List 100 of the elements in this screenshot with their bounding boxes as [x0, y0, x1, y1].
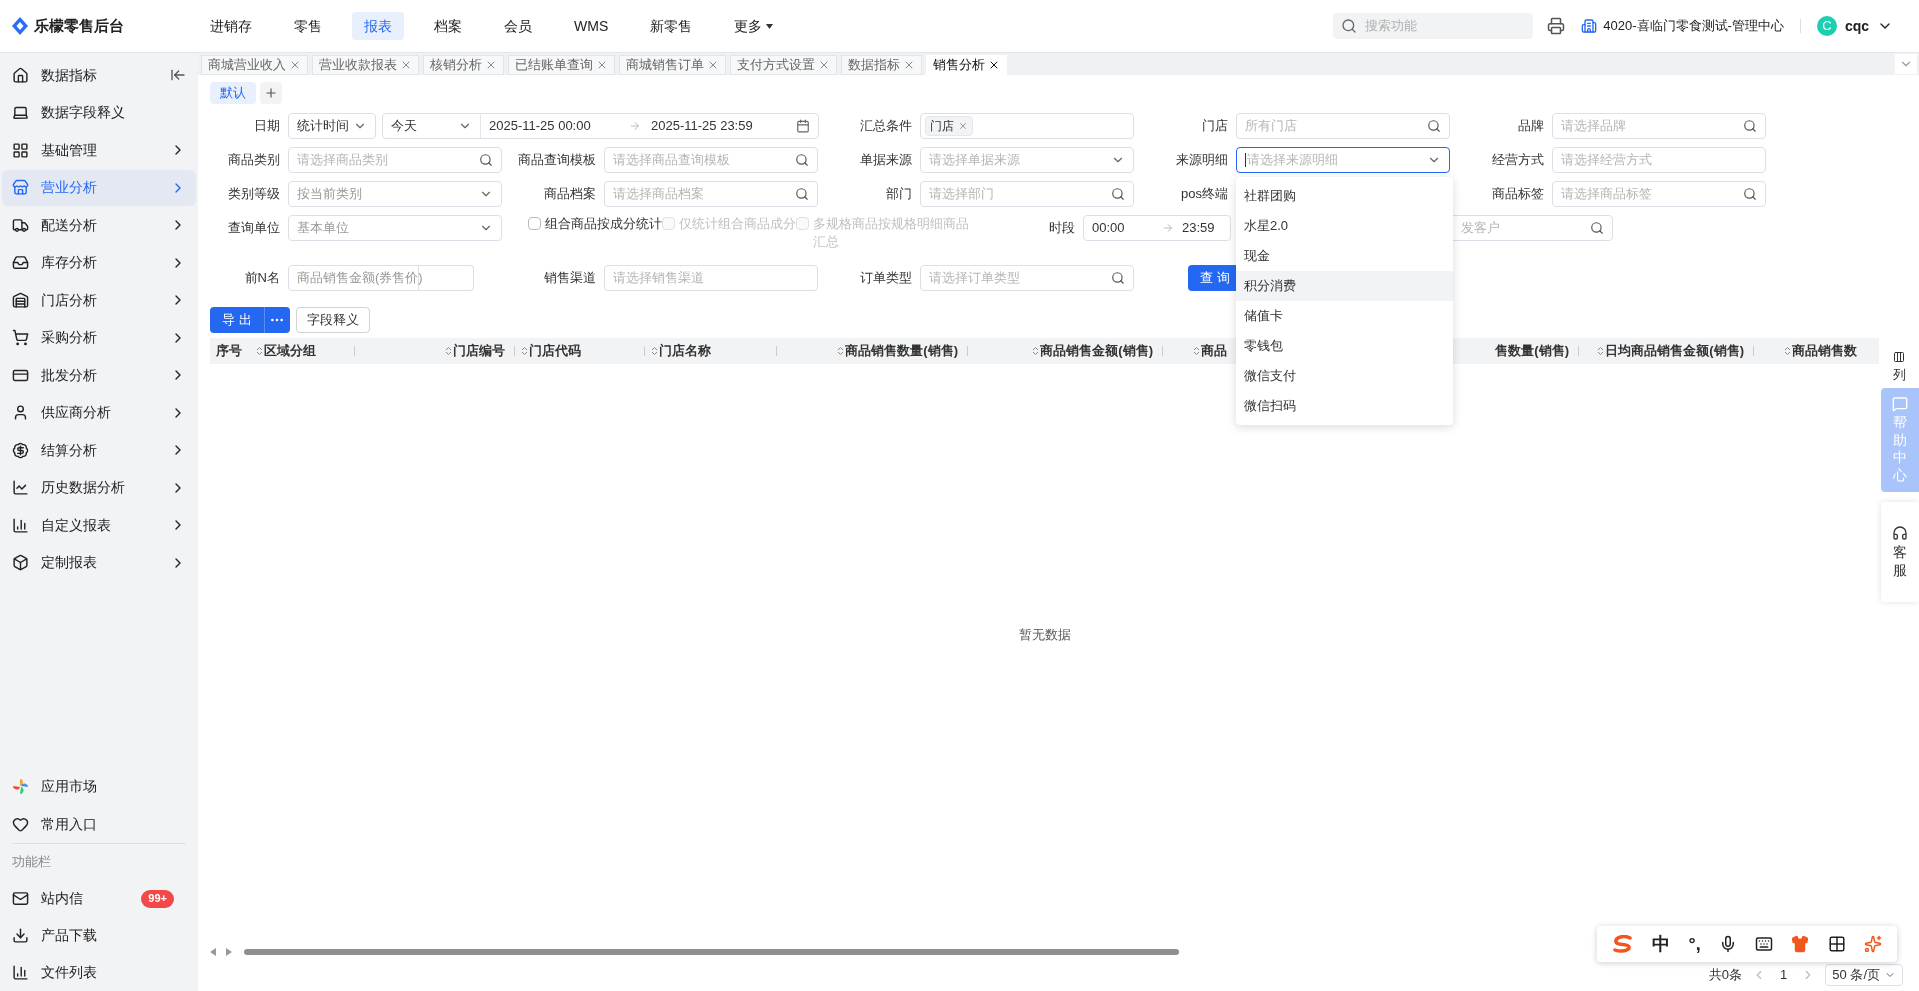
field-label: 部门	[885, 185, 913, 204]
sidebar-item[interactable]: 库存分析	[2, 244, 196, 281]
page-tab[interactable]: 营业收款报表	[312, 55, 419, 75]
page-number[interactable]: 1	[1776, 965, 1792, 985]
placeholder: 请选择商品类别	[297, 151, 388, 170]
checkbox[interactable]	[528, 217, 541, 230]
grid-icon[interactable]	[1827, 935, 1846, 953]
tabs-menu-button[interactable]	[1895, 54, 1917, 74]
view-tab[interactable]: 默认	[210, 82, 256, 104]
column-header[interactable]: 日均商品销售金额(销售)	[1597, 341, 1744, 361]
sidebar-item[interactable]: 批发分析	[2, 357, 196, 393]
page-tab[interactable]: 支付方式设置	[730, 55, 837, 75]
dropdown-option[interactable]: 社群团购	[1236, 181, 1453, 211]
page-tab[interactable]: 商城销售订单	[619, 55, 726, 75]
sidebar-item[interactable]: 定制报表	[2, 544, 196, 581]
column-header[interactable]: 商品销售数量(销售)	[837, 341, 958, 361]
search-icon	[795, 153, 809, 167]
sidebar-item[interactable]: 供应商分析	[2, 394, 196, 431]
column-header[interactable]: 区域分组	[256, 341, 316, 361]
column-header[interactable]: 门店代码	[521, 341, 581, 361]
sidebar-item[interactable]: 文件列表	[0, 954, 198, 991]
column-header[interactable]: 商品	[1193, 341, 1227, 361]
tag-field[interactable]: 门店	[920, 113, 1134, 139]
export-button[interactable]: 导 出	[210, 307, 264, 333]
field-label: 经营方式	[1491, 151, 1545, 170]
dropdown-option[interactable]: 现金	[1236, 241, 1453, 271]
dropdown-option[interactable]: 微信支付	[1236, 361, 1453, 391]
nav-tab[interactable]: 零售	[282, 12, 334, 40]
sidebar-item[interactable]: 站内信 99+	[0, 880, 198, 917]
shirt-icon[interactable]	[1791, 935, 1810, 953]
dropdown-option[interactable]: 储值卡	[1236, 301, 1453, 331]
time-range-field[interactable]: 00:00 23:59	[1083, 215, 1231, 241]
search-icon	[1743, 119, 1757, 133]
end-time: 2025-11-25 23:59	[651, 117, 754, 136]
headset-icon	[1892, 524, 1908, 541]
columns-icon[interactable]	[1893, 351, 1905, 363]
dropdown-option[interactable]: 微信扫码	[1236, 391, 1453, 421]
page-size-select[interactable]: 50 条/页	[1825, 964, 1903, 986]
sidebar-item[interactable]: 产品下载	[0, 917, 198, 954]
nav-tab[interactable]: 更多	[722, 12, 786, 40]
printer-icon[interactable]	[1547, 17, 1566, 35]
nav-tab[interactable]: 新零售	[638, 12, 705, 40]
sidebar-item[interactable]: 数据字段释义	[2, 94, 196, 131]
sidebar-item[interactable]: 配送分析	[2, 207, 196, 243]
org-switcher[interactable]: 4020-喜临门零食测试-管理中心	[1581, 16, 1784, 36]
sidebar-item[interactable]: 结算分析	[2, 432, 196, 468]
input-field[interactable]	[419, 265, 474, 291]
sidebar-item[interactable]: 历史数据分析	[2, 469, 196, 506]
scroll-right-icon[interactable]	[226, 948, 232, 956]
sparkle-icon[interactable]	[1863, 935, 1882, 953]
dropdown-option[interactable]: 积分消费	[1236, 271, 1453, 301]
ime-toggle[interactable]: 中	[1652, 930, 1671, 958]
column-header[interactable]: 商品销售金额(销售)	[1032, 341, 1153, 361]
column-header[interactable]: 门店名称	[651, 341, 711, 361]
page-tab[interactable]: 已结账单查询	[508, 55, 615, 75]
column-header[interactable]: 序号	[216, 341, 242, 361]
page-tab[interactable]: 核销分析	[423, 55, 504, 75]
collapse-icon[interactable]	[170, 67, 186, 83]
scroll-left-icon[interactable]	[210, 948, 216, 956]
nav-tab[interactable]: 报表	[352, 12, 404, 40]
page-tab[interactable]: 销售分析	[926, 55, 1007, 75]
column-header[interactable]: 商品销售数	[1784, 341, 1857, 361]
nav-tab[interactable]: 档案	[422, 12, 474, 40]
ime-toggle[interactable]: °,	[1688, 930, 1701, 958]
date-range-field[interactable]: 今天 2025-11-25 00:00 2025-11-25 23:59	[382, 113, 819, 139]
sidebar-item[interactable]: 营业分析	[2, 169, 196, 206]
sidebar-item[interactable]: 应用市场	[0, 767, 198, 805]
column-settings-label[interactable]: 列	[1892, 365, 1906, 385]
field-label: 商品档案	[543, 185, 597, 204]
ime-logo-icon[interactable]	[1612, 935, 1635, 953]
dropdown-option[interactable]: 零钱包	[1236, 331, 1453, 361]
sidebar-item[interactable]: 门店分析	[2, 282, 196, 318]
scrollbar-thumb[interactable]	[244, 949, 1179, 955]
close-icon[interactable]	[988, 59, 1000, 71]
sidebar-item[interactable]: 常用入口	[0, 805, 198, 843]
add-view-button[interactable]	[260, 82, 282, 104]
page-tab[interactable]: 商城营业收入	[201, 55, 308, 75]
column-header[interactable]: 售数量(销售)	[1495, 341, 1569, 361]
date-type-select[interactable]: 统计时间	[288, 113, 376, 139]
keyboard-icon[interactable]	[1755, 935, 1774, 953]
nav-tab[interactable]: WMS	[562, 12, 621, 40]
sidebar-item[interactable]: 数据指标	[2, 57, 196, 93]
pinwheel-icon	[12, 777, 29, 795]
nav-tab[interactable]: 会员	[492, 12, 544, 40]
sidebar-item[interactable]: 自定义报表	[2, 507, 196, 543]
range-select[interactable]: 今天	[383, 114, 481, 138]
user-name[interactable]: cqc	[1844, 15, 1869, 37]
more-button[interactable]	[263, 307, 290, 333]
plus-icon	[264, 86, 278, 100]
dropdown-option[interactable]: 水星2.0	[1236, 211, 1453, 241]
page-tab[interactable]: 数据指标	[841, 55, 922, 75]
sidebar-item[interactable]: 基础管理	[2, 132, 196, 168]
placeholder: 请选择订单类型	[929, 269, 1020, 288]
tray-icon	[12, 254, 29, 271]
nav-tab[interactable]: 进销存	[198, 12, 264, 40]
customer-service-tab[interactable]: 客服	[1881, 502, 1919, 602]
sidebar-item[interactable]: 采购分析	[2, 319, 196, 356]
start-time: 00:00	[1092, 219, 1126, 238]
field-help-button[interactable]: 字段释义	[295, 307, 370, 333]
column-header[interactable]: 门店编号	[445, 341, 505, 361]
